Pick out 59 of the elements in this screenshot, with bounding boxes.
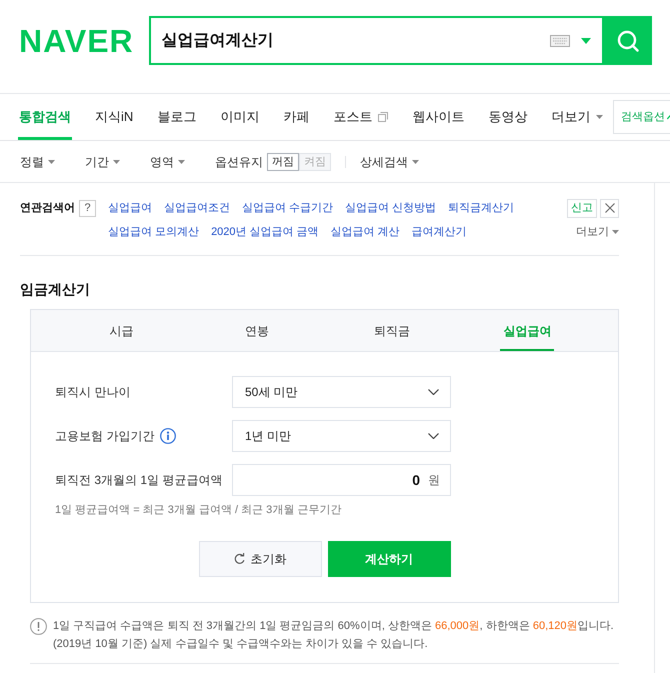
keyboard-icon[interactable]: [550, 35, 570, 47]
search-tab[interactable]: 지식iN: [94, 94, 134, 140]
related-search-link[interactable]: 급여계산기: [412, 220, 467, 244]
section-title: 임금계산기: [20, 280, 90, 299]
select-dropdown[interactable]: 50세 미만: [232, 376, 451, 408]
close-icon: [604, 203, 614, 213]
related-search-link[interactable]: 실업급여조건: [164, 196, 230, 220]
refresh-icon: [234, 553, 244, 565]
field-label: 고용보험 가입기간: [55, 428, 154, 445]
filter-dropdown[interactable]: 영역: [150, 152, 185, 170]
stacked-squares-icon: [378, 112, 388, 122]
search-icon: [616, 30, 639, 52]
help-button[interactable]: ?: [79, 200, 96, 216]
caret-down-icon: [612, 230, 619, 234]
caret-down-icon: [596, 115, 604, 119]
filter-dropdown[interactable]: 상세검색: [360, 152, 419, 170]
search-tab[interactable]: 웹사이트: [411, 94, 466, 140]
related-searches-label: 연관검색어: [20, 200, 75, 216]
search-input[interactable]: 실업급여계산기: [148, 16, 604, 65]
filter-dropdown[interactable]: 정렬: [20, 152, 55, 170]
calculator-tab[interactable]: 퇴직금: [371, 310, 414, 351]
filter-dropdown[interactable]: 기간: [85, 152, 120, 170]
formula-hint: 1일 평균급여액 = 최근 3개월 급여액 / 최근 3개월 근무기간: [55, 503, 342, 517]
search-tab[interactable]: 이미지: [219, 94, 260, 140]
related-search-link[interactable]: 실업급여: [108, 196, 152, 220]
caret-down-icon[interactable]: [580, 38, 591, 44]
caret-down-icon: [48, 160, 55, 164]
calculator-tab[interactable]: 연봉: [242, 310, 272, 351]
search-tab[interactable]: 카페: [282, 94, 310, 140]
reset-button[interactable]: 초기화: [198, 541, 322, 577]
select-dropdown[interactable]: 1년 미만: [232, 420, 451, 452]
search-tab[interactable]: 더보기: [550, 94, 604, 140]
calculator-tab[interactable]: 시급: [106, 310, 137, 351]
search-tab[interactable]: 포스트: [332, 94, 390, 140]
caret-down-icon: [178, 160, 185, 164]
toggle-option[interactable]: 꺼짐: [267, 152, 299, 170]
search-tab[interactable]: 동영상: [487, 94, 528, 140]
info-icon[interactable]: [160, 428, 176, 444]
search-button[interactable]: [604, 16, 652, 65]
option-keep-label: 옵션유지: [215, 154, 263, 170]
related-search-link[interactable]: 실업급여 모의계산: [108, 220, 200, 244]
exclamation-icon: [30, 618, 47, 635]
more-button[interactable]: 더보기: [576, 224, 619, 240]
unit-label: 원: [428, 472, 440, 489]
related-search-link[interactable]: 퇴직금계산기: [448, 196, 514, 220]
close-button[interactable]: [600, 198, 619, 218]
chevron-icon: [667, 113, 670, 121]
related-search-link[interactable]: 실업급여 계산: [330, 220, 400, 244]
field-label: 퇴직전 3개월의 1일 평균급여액: [55, 472, 222, 489]
caret-down-icon: [412, 160, 419, 164]
caret-down-icon: [113, 160, 120, 164]
related-search-link[interactable]: 2020년 실업급여 금액: [211, 220, 319, 244]
related-search-link[interactable]: 실업급여 수급기간: [242, 196, 334, 220]
search-tab[interactable]: 블로그: [156, 94, 198, 140]
field-label: 퇴직시 만나이: [55, 384, 130, 401]
chevron-down-icon: [428, 389, 439, 395]
chevron-down-icon: [428, 433, 439, 439]
related-search-link[interactable]: 실업급여 신청방법: [345, 196, 436, 220]
notice-text: 1일 구직급여 수급액은 퇴직 전 3개월간의 1일 평균임금의 60%이며, 상한액은 66,000원, 하한액은 60,120원입니다. (2019년 10월 기준) 실제 수급일수 및 수급액수와는 차이가 있을 수 있습니다.: [53, 619, 615, 652]
